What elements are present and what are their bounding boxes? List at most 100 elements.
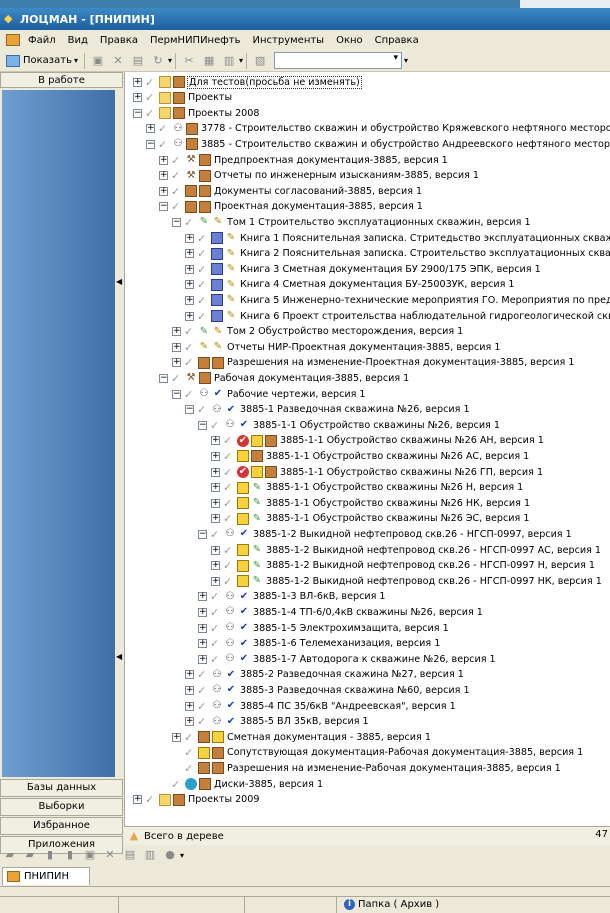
tree-node[interactable]: + ✓ ✎ Книга 5 Инженерно-технические меропри… [185,292,610,308]
expand-icon[interactable]: + [185,670,194,680]
tree-node[interactable]: + ✓ Для тестов(просьба не изменять) [133,74,362,90]
user-icon[interactable]: ● [163,849,177,861]
expand-icon[interactable]: + [185,717,194,727]
tree-node[interactable]: + ✓ Сметная документация - 3885, версия 1 [172,729,431,745]
expand-icon[interactable]: + [211,514,220,524]
tree-node[interactable]: + ✓ ✎ 3885-1-2 Выкидной нефтепровод скв.26 … [211,573,602,589]
expand-icon[interactable]: + [172,342,181,352]
document-menu-icon[interactable] [6,34,20,46]
tree-node[interactable]: + ✓ ⚒ Предпроектная документация-3885, верс… [159,152,448,168]
expand-icon[interactable]: + [159,155,168,165]
collapse-arrow-icon[interactable]: ◀ [116,277,122,286]
tree-node[interactable]: + ✓ ✎ Книга 6 Проект строительства наблюдат… [185,308,610,324]
menu-permnipineft[interactable]: ПермНИПИнефть [144,35,247,46]
expand-icon[interactable]: + [133,93,142,103]
chevron-down-icon[interactable]: ▾ [180,851,184,860]
expand-icon[interactable]: + [211,467,220,477]
tree-node[interactable]: + ✓ ⚇ ✔ 3885-5 ВЛ 35кВ, версия 1 [185,714,369,730]
tree-node[interactable]: + ✓ ✎ Книга 1 Пояснительная записка. Стрите… [185,230,610,246]
expand-icon[interactable]: + [159,186,168,196]
tab-pnipin[interactable]: ПНИПИН [2,867,90,885]
expand-icon[interactable]: + [185,233,194,243]
tree-node[interactable]: + ✓ ⚇ ✔ 3885-4 ПС 35/6кВ "Андреевская", верс… [185,698,456,714]
tree-node[interactable]: ✓ Сопутствующая документация-Рабочая доку… [172,745,583,761]
menu-file[interactable]: Файл [22,35,62,46]
new-document-icon[interactable]: ▤ [131,54,145,67]
copy-icon[interactable]: ▣ [91,54,105,67]
collapse-icon[interactable]: − [159,202,168,212]
delete-icon[interactable]: ✕ [111,54,125,67]
expand-icon[interactable]: + [211,576,220,586]
tree-node[interactable]: − ✓ ⚇ ✔ 3885-1 Разведочная скважина №26, вер… [185,402,470,418]
tree-node[interactable]: + ✓ ✔ 3885-1-1 Обустройство скважины №26 АН… [211,433,544,449]
tree-node[interactable]: + ✓ ✎ 3885-1-1 Обустройство скважины №26 НК… [211,495,530,511]
tree-node[interactable]: + ✓ ⚇ ✔ 3885-1-6 Телемеханизация, версия 1 [198,636,440,652]
truck-icon[interactable]: ▰ [23,849,37,861]
tree-node[interactable]: − ✓ Проектная документация-3885, версия 1 [159,199,423,215]
collapse-icon[interactable]: − [172,389,181,399]
expand-icon[interactable]: + [198,607,207,617]
expand-icon[interactable]: + [211,451,220,461]
collapse-arrow-icon[interactable]: ◀ [116,652,122,661]
tree-node[interactable]: + ✓ ✎ 3885-1-1 Обустройство скважины №26 Н,… [211,480,523,496]
databases-button[interactable]: Базы данных [0,779,123,797]
properties-icon[interactable]: ▧ [253,54,267,67]
collapse-icon[interactable]: − [159,373,168,383]
collapse-icon[interactable]: − [198,529,207,539]
collapse-icon[interactable]: − [146,139,155,149]
expand-icon[interactable]: + [146,124,155,134]
expand-icon[interactable]: + [185,280,194,290]
tree-node[interactable]: + ✓ ⚇ ✔ 3885-1-3 ВЛ-6кВ, версия 1 [198,589,386,605]
delete-icon[interactable]: ✕ [103,849,117,861]
clipboard-icon[interactable]: ▥ [222,54,236,67]
tree-node[interactable]: − ✓ ⚒ Рабочая документация-3885, версия 1 [159,370,409,386]
tree-node[interactable]: + ✓ ✎ Книга 2 Пояснительная записка. Строит… [185,246,610,262]
collapse-icon[interactable]: − [172,217,181,227]
favorites-button[interactable]: Избранное [0,817,123,835]
tree-node[interactable]: + ✓ ✎ Книга 4 Сметная документация БУ-25003… [185,277,515,293]
tree-node[interactable]: + ✓ ✎ ✎ Том 2 Обустройство месторождения, ве… [172,324,463,340]
tree-node[interactable]: + ✓ 3885-1-1 Обустройство скважины №26 АС,… [211,448,529,464]
tree-node[interactable]: + ✓ Проекты 2009 [133,792,260,808]
tree-node[interactable]: ✓ Разрешения на изменение-Рабочая докумен… [172,760,561,776]
selections-button[interactable]: Выборки [0,798,123,816]
chevron-down-icon[interactable]: ▾ [168,56,172,65]
refresh-icon[interactable]: ↻ [151,54,165,67]
expand-icon[interactable]: + [185,701,194,711]
tree-node[interactable]: + ✓ ✎ Книга 3 Сметная документация БУ 2900/… [185,261,541,277]
export-icon[interactable]: ▥ [143,849,157,861]
expand-icon[interactable]: + [211,483,220,493]
tree-node[interactable]: + ✓ ⚒ Отчеты по инженерным изысканиям-3885,… [159,168,479,184]
collapse-icon[interactable]: − [185,405,194,415]
expand-icon[interactable]: + [211,436,220,446]
tree-node[interactable]: + ✓ ✎ 3885-1-1 Обустройство скважины №26 ЭС… [211,511,529,527]
copy-icon[interactable]: ▣ [83,849,97,861]
tree-node[interactable]: + ✓ ⚇ ✔ 3885-1-7 Автодорога к скважине №26, … [198,651,496,667]
expand-icon[interactable]: + [211,498,220,508]
show-button[interactable]: Показать ▾ [0,54,81,67]
menu-help[interactable]: Справка [369,35,425,46]
tree-node[interactable]: − ✓ Проекты 2008 [133,105,260,121]
expand-icon[interactable]: + [198,623,207,633]
tree-node[interactable]: + ✓ ✔ 3885-1-1 Обустройство скважины №26 ГП… [211,464,543,480]
tree-node[interactable]: − ✓ ⚇ ✔ 3885-1-1 Обустройство скважины №26, … [198,417,500,433]
expand-icon[interactable]: + [198,592,207,602]
expand-icon[interactable]: + [172,358,181,368]
expand-icon[interactable]: + [172,732,181,742]
document-icon[interactable]: ▤ [123,849,137,861]
bookmark-icon[interactable]: ▮ [63,849,77,861]
tree-node[interactable]: + ✓ Проекты [133,90,232,106]
expand-icon[interactable]: + [185,311,194,321]
expand-icon[interactable]: + [185,685,194,695]
expand-icon[interactable]: + [198,639,207,649]
tree-node[interactable]: − ✓ ✎ ✎ Том 1 Строительство эксплуатационных… [172,214,531,230]
expand-icon[interactable]: + [185,264,194,274]
tree-node[interactable]: − ✓ ⚇ ✔ Рабочие чертежи, версия 1 [172,386,366,402]
expand-icon[interactable]: + [198,654,207,664]
expand-icon[interactable]: + [211,545,220,555]
tree-node[interactable]: − ✓ ⚇ 3885 - Строительство скважин и обустр… [146,136,610,152]
expand-icon[interactable]: + [133,795,142,805]
expand-icon[interactable]: + [185,249,194,259]
menu-tools[interactable]: Инструменты [247,35,331,46]
tree-node[interactable]: − ✓ ⚇ ✔ 3885-1-2 Выкидной нефтепровод скв.26… [198,526,572,542]
